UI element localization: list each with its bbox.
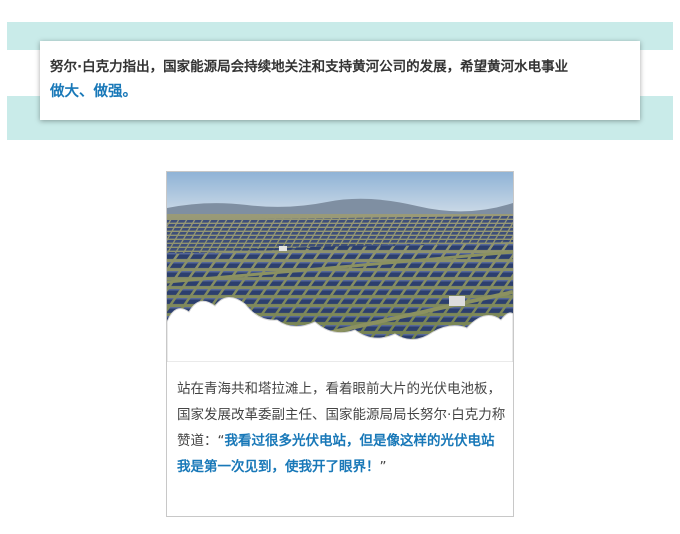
story-caption: 站在青海共和塔拉滩上，看着眼前大片的光伏电池板，国家发展改革委副主任、国家能源局…	[177, 376, 507, 480]
quote-mark-open: “	[217, 433, 225, 449]
caption-highlight: 我看过很多光伏电站，但是像这样的光伏电站我是第一次见到，使我开了眼界！	[177, 433, 495, 475]
solar-farm-photo	[167, 172, 513, 362]
quote-card: 努尔·白克力指出，国家能源局会持续地关注和支持黄河公司的发展，希望黄河水电事业 …	[40, 41, 640, 120]
quote-text: 努尔·白克力指出，国家能源局会持续地关注和支持黄河公司的发展，希望黄河水电事业	[50, 59, 569, 75]
story-card: 站在青海共和塔拉滩上，看着眼前大片的光伏电池板，国家发展改革委副主任、国家能源局…	[166, 171, 514, 517]
quote-emphasis: 做大、做强。	[50, 84, 137, 100]
quote-mark-close: ”	[379, 459, 387, 475]
